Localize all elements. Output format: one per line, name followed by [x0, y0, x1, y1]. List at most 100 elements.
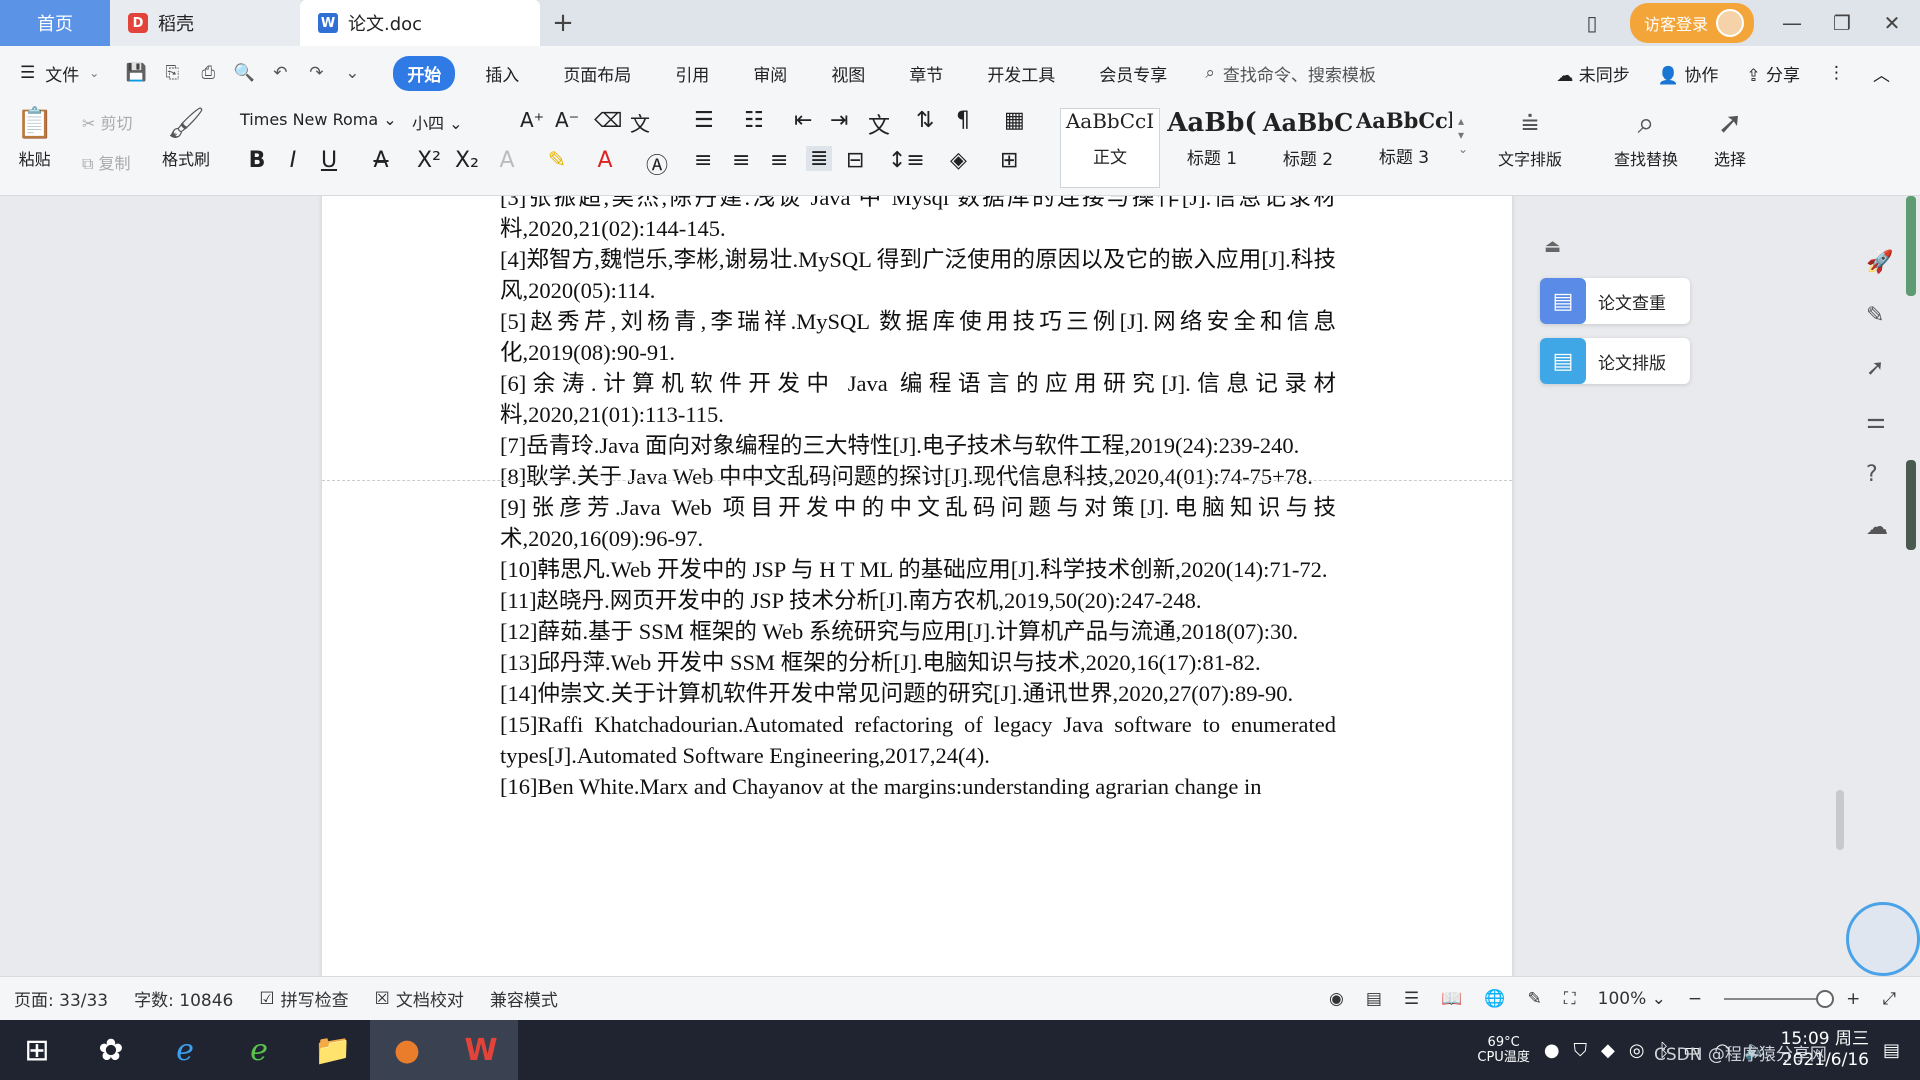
file-menu[interactable]: ☰ 文件 ⌄ [20, 61, 99, 86]
tab-home[interactable]: 首页 [0, 0, 110, 46]
login-button[interactable]: 访客登录 [1629, 3, 1754, 43]
chinese-layout-icon[interactable]: 文 [868, 108, 890, 140]
tab-daoke[interactable]: D 稻壳 [110, 0, 300, 46]
paper-check-button[interactable]: ▤ 论文查重 [1540, 278, 1690, 324]
web-view-icon[interactable]: 🌐 [1484, 989, 1505, 1009]
rocket-icon[interactable]: 🚀 [1866, 250, 1893, 275]
help-icon[interactable]: ? [1866, 462, 1893, 487]
windows-start-icon[interactable]: ⊞ [0, 1020, 74, 1080]
browser-green-icon[interactable]: ℯ [222, 1020, 296, 1080]
increase-indent-icon[interactable]: ⇥ [830, 108, 848, 133]
proofread-button[interactable]: ☒ 文档校对 [375, 986, 464, 1012]
style-heading-3[interactable]: AaBbCcl 标题 3 [1356, 108, 1452, 188]
font-size-select[interactable]: 小四 ⌄ [412, 110, 508, 134]
menu-home[interactable]: 开始 [393, 55, 456, 91]
cpu-temperature[interactable]: 69°C CPU温度 [1477, 1035, 1529, 1065]
paper-layout-button[interactable]: ▤ 论文排版 [1540, 338, 1690, 384]
print-preview-icon[interactable]: 🔍 [233, 63, 255, 83]
scrollbar-thumb[interactable] [1836, 790, 1844, 850]
tray-app-icon[interactable]: ● [1544, 1040, 1560, 1061]
menu-section[interactable]: 章节 [895, 56, 957, 91]
tray-app-icon[interactable]: ◎ [1629, 1040, 1645, 1061]
tab-document[interactable]: W 论文.doc [300, 0, 540, 46]
highlight-icon[interactable]: ✎ [542, 148, 572, 173]
menu-insert[interactable]: 插入 [471, 56, 533, 91]
write-view-icon[interactable]: ✎ [1527, 989, 1541, 1009]
read-view-icon[interactable]: 📖 [1441, 989, 1462, 1009]
eye-protection-icon[interactable]: ◉ [1329, 989, 1344, 1009]
table-tools-icon[interactable]: ▦ [1004, 108, 1025, 133]
copy-button[interactable]: ⧉ 复制 [82, 150, 131, 174]
select-button[interactable]: ➚ 选择 [1714, 106, 1746, 170]
font-color-icon[interactable]: A [590, 148, 620, 173]
close-icon[interactable]: ✕ [1880, 11, 1904, 35]
char-border-icon[interactable]: Ⓐ [642, 148, 672, 180]
justify-icon[interactable]: ≣ [806, 146, 833, 171]
bold-icon[interactable]: B [242, 148, 272, 173]
pointer-icon[interactable]: ➚ [1866, 356, 1893, 381]
word-count[interactable]: 字数: 10846 [134, 986, 233, 1011]
underline-icon[interactable]: U [314, 148, 344, 173]
paste-button[interactable]: 📋 粘贴 [16, 106, 53, 170]
backup-icon[interactable]: ☁ [1866, 515, 1893, 540]
clear-format-icon[interactable]: ⌫ [594, 108, 622, 132]
styles-more-icon[interactable]: ▴ ▾ ⌄ [1458, 114, 1468, 156]
panel-collapse-icon[interactable]: ⏏ [1544, 236, 1561, 257]
command-search[interactable]: ⌕ 查找命令、搜索模板 [1205, 61, 1376, 86]
zoom-in-icon[interactable]: + [1846, 989, 1860, 1009]
share-button[interactable]: ⇪ 分享 [1746, 61, 1800, 86]
app-orange-icon[interactable]: ● [370, 1020, 444, 1080]
superscript-icon[interactable]: X² [414, 148, 444, 173]
align-center-icon[interactable]: ≡ [732, 148, 750, 173]
align-right-icon[interactable]: ≡ [770, 148, 788, 173]
style-heading-2[interactable]: AaBbC 标题 2 [1260, 108, 1356, 188]
align-left-icon[interactable]: ≡ [694, 148, 712, 173]
minimize-icon[interactable]: — [1780, 11, 1804, 35]
text-layout-button[interactable]: ⩧ 文字排版 [1498, 106, 1562, 170]
app-launcher-icon[interactable]: ✿ [74, 1020, 148, 1080]
menu-page-layout[interactable]: 页面布局 [549, 56, 645, 91]
phonetic-icon[interactable]: 文 [630, 108, 650, 137]
wps-writer-icon[interactable]: W [444, 1020, 518, 1080]
sync-status[interactable]: ☁ 未同步 [1556, 61, 1629, 86]
print-icon[interactable]: ⎙ [197, 63, 219, 83]
decrease-indent-icon[interactable]: ⇤ [794, 108, 812, 133]
grow-font-icon[interactable]: A⁺ [520, 108, 544, 132]
zoom-out-icon[interactable]: − [1688, 989, 1702, 1009]
notification-icon[interactable]: ▤ [1883, 1040, 1900, 1061]
file-explorer-icon[interactable]: 📁 [296, 1020, 370, 1080]
menu-review[interactable]: 审阅 [739, 56, 801, 91]
menu-view[interactable]: 视图 [817, 56, 879, 91]
restore-icon[interactable]: ❐ [1830, 11, 1854, 35]
cut-button[interactable]: ✂ 剪切 [82, 110, 133, 134]
bullet-list-icon[interactable]: ☰ [694, 108, 714, 133]
collaborate-button[interactable]: 👤 协作 [1658, 61, 1719, 86]
shading-icon[interactable]: ◈ [950, 148, 967, 173]
italic-icon[interactable]: I [278, 148, 308, 173]
show-marks-icon[interactable]: ¶ [956, 108, 970, 133]
save-icon[interactable]: 💾 [125, 63, 147, 83]
page-count[interactable]: 页面: 33/33 [14, 986, 108, 1011]
zoom-slider[interactable] [1724, 989, 1835, 1008]
floating-assistant[interactable] [1846, 902, 1920, 976]
distributed-icon[interactable]: ⊟ [846, 148, 864, 173]
reference-list[interactable]: [3]张振超,吴杰,陈丹建.浅谈 Java 中 Mysql 数据库的连接与操作[… [500, 196, 1336, 802]
menu-developer[interactable]: 开发工具 [973, 56, 1069, 91]
fit-page-icon[interactable]: ⛶ [1564, 989, 1576, 1009]
spell-check-button[interactable]: ☑ 拼写检查 [259, 986, 348, 1012]
text-effect-icon[interactable]: A [492, 148, 522, 173]
numbered-list-icon[interactable]: ☷ [744, 108, 764, 133]
find-replace-button[interactable]: ⌕ 查找替换 [1614, 106, 1678, 170]
format-painter-button[interactable]: 🖌 格式刷 [162, 106, 210, 170]
style-heading-1[interactable]: AaBb( 标题 1 [1164, 108, 1260, 188]
style-normal[interactable]: AaBbCcI 正文 [1060, 108, 1160, 188]
new-tab-button[interactable]: + [540, 0, 586, 46]
zoom-slider-knob[interactable] [1816, 989, 1835, 1008]
font-name-select[interactable]: Times New Roma ⌄ [240, 110, 400, 129]
more-icon[interactable]: ⋮ [1828, 63, 1845, 83]
pen-icon[interactable]: ✎ [1866, 303, 1893, 328]
line-spacing-icon[interactable]: ↕≡ [888, 148, 925, 173]
outline-view-icon[interactable]: ☰ [1404, 989, 1419, 1009]
fullscreen-icon[interactable]: ⤢ [1882, 989, 1896, 1009]
shrink-font-icon[interactable]: A⁻ [555, 108, 579, 132]
